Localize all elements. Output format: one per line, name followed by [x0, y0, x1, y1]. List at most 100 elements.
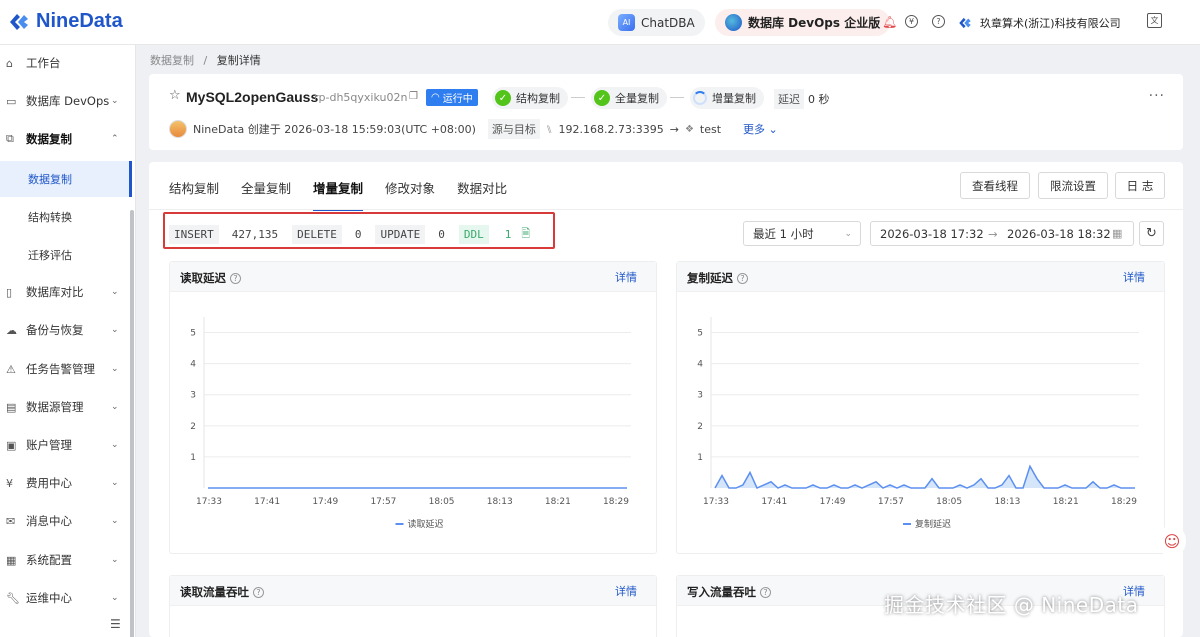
notification-icon[interactable]: 🔔︎ [882, 15, 897, 29]
sidebar-item-alerts[interactable]: ⚠ 任务告警管理 ⌄ [0, 351, 132, 387]
devops-label: 数据库 DevOps 企业版 [748, 16, 881, 30]
y-tick-label: 1 [697, 453, 703, 463]
sidebar-item-devops[interactable]: ▭ 数据库 DevOps ⌄ [0, 83, 132, 119]
tab-data-compare[interactable]: 数据对比 [457, 178, 507, 210]
chevron-down-icon: ⌄ [844, 228, 852, 239]
view-threads-button[interactable]: 查看线程 [960, 172, 1030, 199]
watermark: 掘金技术社区 @ NineData [884, 593, 1139, 617]
legend-label[interactable]: 复制延迟 [915, 518, 951, 530]
globe-icon [725, 14, 742, 31]
collapse-menu-icon[interactable]: ☰ [110, 617, 121, 631]
help-icon[interactable]: ? [932, 15, 945, 28]
chatdba-button[interactable]: AI ChatDBA [608, 9, 705, 36]
tab-full[interactable]: 全量复制 [241, 178, 291, 210]
datasource-icon: ▤ [6, 400, 17, 414]
time-range-select[interactable]: 最近 1 小时 ⌄ [743, 221, 861, 246]
tab-incremental[interactable]: 增量复制 [313, 178, 364, 211]
task-id: rp-dh5qyxiku02n [314, 91, 408, 104]
tab-modify-objects[interactable]: 修改对象 [385, 178, 435, 210]
copy-delay-panel: 复制延迟? 详情 1 2 3 4 5 17:33 17:41 17:49 17:57 18:05 1… [676, 261, 1165, 554]
sidebar-scrollbar[interactable] [130, 210, 134, 637]
sidebar-item-system[interactable]: ▦ 系统配置 ⌄ [0, 542, 132, 578]
devops-edition-button[interactable]: 数据库 DevOps 企业版 [715, 9, 891, 36]
status-badge: ◠ 运行中 [426, 89, 478, 106]
help-icon[interactable]: ? [760, 586, 771, 598]
log-button[interactable]: 日 志 [1115, 172, 1165, 199]
chevron-down-icon: ⌄ [111, 287, 119, 297]
more-link[interactable]: 更多 ⌄ [743, 121, 778, 137]
breadcrumb-parent[interactable]: 数据复制 [150, 54, 194, 67]
read-throughput-panel: 读取流量吞吐? 详情 [169, 575, 657, 637]
task-name: MySQL2openGauss [186, 89, 319, 105]
panel-header [677, 262, 1164, 292]
org-logo-icon [959, 17, 971, 29]
copy-icon[interactable]: ❐ [409, 91, 418, 102]
account-icon: ▣ [6, 438, 17, 452]
calendar-icon[interactable]: ▦ [1112, 227, 1122, 240]
x-tick-label: 18:05 [936, 497, 962, 507]
x-tick-label: 18:29 [1111, 497, 1137, 507]
legend-label[interactable]: 读取延迟 [408, 518, 444, 530]
more-label: 更多 [743, 123, 766, 136]
y-tick-label: 1 [190, 453, 196, 463]
details-link[interactable]: 详情 [615, 269, 637, 285]
throttle-settings-button[interactable]: 限流设置 [1038, 172, 1108, 199]
step-schema[interactable]: ✓ 结构复制 [492, 87, 568, 109]
source-address[interactable]: 192.168.2.73:3395 [559, 123, 664, 136]
target-database[interactable]: test [700, 123, 721, 136]
panel-title: 读取流量吞吐? [180, 584, 264, 600]
ai-icon: AI [618, 14, 635, 31]
link-icon: ⑊ [545, 122, 553, 136]
refresh-button[interactable]: ↻ [1139, 221, 1164, 246]
chevron-down-icon: ⌄ [111, 402, 119, 412]
step-connector [670, 97, 684, 98]
y-tick-label: 3 [697, 391, 703, 401]
read-delay-chart: 1 2 3 4 5 17:33 17:41 17:49 17:57 18:05 18:13 18:21… [190, 317, 631, 530]
step-label: 结构复制 [516, 92, 560, 105]
details-link[interactable]: 详情 [1123, 269, 1145, 285]
panel-title-text: 复制延迟 [687, 271, 733, 285]
sidebar-item-billing[interactable]: ¥ 费用中心 ⌄ [0, 465, 132, 501]
help-icon[interactable]: ? [253, 586, 264, 598]
yen-icon[interactable]: ¥ [905, 15, 918, 28]
check-icon: ✓ [495, 90, 511, 106]
more-options-icon[interactable]: ··· [1149, 88, 1165, 104]
check-icon: ✓ [594, 90, 610, 106]
sidebar-item-messages[interactable]: ✉ 消息中心 ⌄ [0, 503, 132, 539]
breadcrumb-separator: / [203, 54, 208, 67]
organization-switcher[interactable]: 玖章算术(浙江)科技有限公司 [958, 15, 1121, 31]
date-range-picker[interactable]: 2026-03-18 17:32 → 2026-03-18 18:32 ▦ [870, 221, 1134, 246]
sidebar-subitem-replication[interactable]: 数据复制 [0, 161, 132, 197]
start-time[interactable]: 2026-03-18 17:32 [880, 227, 984, 241]
language-icon[interactable]: 文 [1147, 13, 1162, 28]
y-tick-label: 2 [697, 422, 703, 432]
breadcrumb: 数据复制 / 复制详情 [150, 52, 261, 68]
sidebar-item-workbench[interactable]: ⌂ 工作台 [0, 45, 132, 81]
sidebar-item-ops[interactable]: 🔧︎ 运维中心 ⌄ [0, 580, 132, 616]
sidebar-subitem-schema-conversion[interactable]: 结构转换 [0, 199, 132, 235]
wrench-icon: 🔧︎ [6, 591, 20, 605]
ninedata-logo-icon [10, 13, 28, 30]
help-icon[interactable]: ? [737, 272, 748, 284]
chatdba-label: ChatDBA [641, 15, 695, 30]
sidebar-item-db-compare[interactable]: ▯ 数据库对比 ⌄ [0, 274, 132, 310]
end-time[interactable]: 2026-03-18 18:32 [1007, 227, 1111, 241]
sidebar-item-replication[interactable]: ⧉ 数据复制 ⌃ [0, 121, 132, 157]
step-full[interactable]: ✓ 全量复制 [591, 87, 667, 109]
sidebar-item-backup[interactable]: ☁ 备份与恢复 ⌄ [0, 312, 132, 348]
y-tick-label: 5 [190, 329, 196, 339]
star-icon[interactable]: ☆ [169, 88, 181, 103]
sidebar-subitem-migration-assessment[interactable]: 迁移评估 [0, 237, 132, 273]
support-avatar-icon[interactable]: ☺ [1158, 525, 1186, 557]
chevron-down-icon: ⌄ [111, 440, 119, 450]
panel-title-text: 写入流量吞吐 [687, 585, 756, 599]
help-icon[interactable]: ? [230, 272, 241, 284]
tab-schema[interactable]: 结构复制 [169, 178, 219, 210]
step-incremental[interactable]: 增量复制 [690, 87, 764, 109]
arrow-icon: → [669, 122, 679, 136]
cloud-icon: ☁ [6, 323, 17, 337]
details-link[interactable]: 详情 [615, 583, 637, 599]
sidebar-item-account[interactable]: ▣ 账户管理 ⌄ [0, 427, 132, 463]
sidebar-item-datasource[interactable]: ▤ 数据源管理 ⌄ [0, 389, 132, 425]
logo[interactable]: NineData [8, 10, 123, 33]
